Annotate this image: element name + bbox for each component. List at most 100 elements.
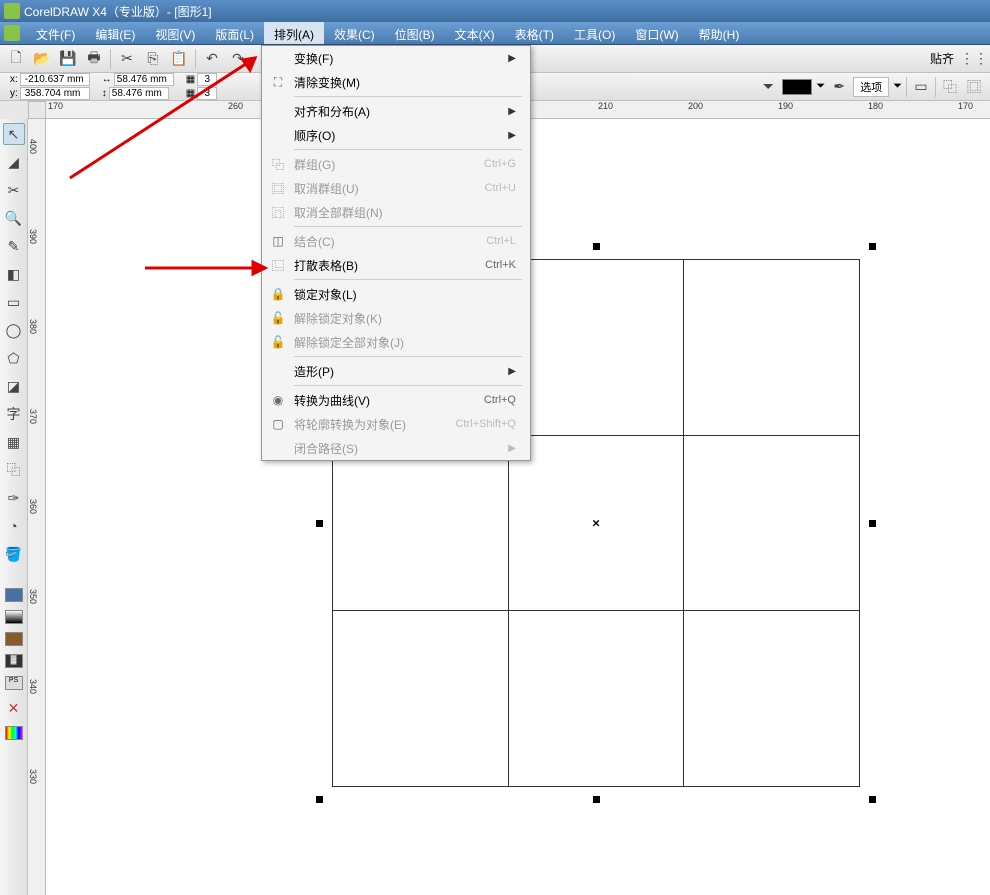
copy-icon[interactable]: ⎘ <box>143 49 163 69</box>
ruler-tick: 200 <box>688 101 703 111</box>
ruler-tick: 170 <box>958 101 973 111</box>
color-swatch[interactable] <box>5 610 23 624</box>
menu-text[interactable]: 文本(X) <box>445 22 505 44</box>
menu-file[interactable]: 文件(F) <box>26 22 85 44</box>
color-swatch[interactable]: ▓ <box>5 654 23 668</box>
polygon-tool-icon[interactable]: ⬠ <box>3 347 25 369</box>
print-icon[interactable]: 🖶 <box>84 49 104 69</box>
redo-icon[interactable]: ↷ <box>228 49 248 69</box>
rows-value[interactable]: 3 <box>197 87 217 100</box>
caret-icon[interactable]: ⏷ <box>816 80 825 93</box>
ruler-vertical: 400 390 380 370 360 350 340 330 <box>28 119 46 895</box>
menu-unlock: 🔓解除锁定对象(K) <box>262 306 530 330</box>
ruler-tick: 380 <box>28 319 38 334</box>
height-value[interactable]: 58.476 mm <box>109 87 169 100</box>
menu-ungroup-all: ⿵取消全部群组(N) <box>262 200 530 224</box>
freehand-tool-icon[interactable]: ✎ <box>3 235 25 257</box>
smart-fill-icon[interactable]: ◧ <box>3 263 25 285</box>
blend-tool-icon[interactable]: ⿻ <box>3 459 25 481</box>
separator <box>935 77 936 97</box>
eyedropper-icon[interactable]: ✑ <box>3 487 25 509</box>
menu-lock[interactable]: 🔒锁定对象(L) <box>262 282 530 306</box>
shape-tool-icon[interactable]: ◢ <box>3 151 25 173</box>
selection-handle[interactable] <box>593 243 600 250</box>
menu-separator <box>294 356 522 357</box>
menu-table[interactable]: 表格(T) <box>505 22 564 44</box>
menu-shaping[interactable]: 造形(P)▶ <box>262 359 530 383</box>
menu-order[interactable]: 顺序(O)▶ <box>262 123 530 147</box>
dropdown-caret-icon[interactable]: ⏷ <box>758 77 778 97</box>
caret-icon[interactable]: ⏷ <box>893 80 902 93</box>
menu-bar: 文件(F) 编辑(E) 视图(V) 版面(L) 排列(A) 效果(C) 位图(B… <box>0 22 990 45</box>
text-tool-icon[interactable]: 字 <box>3 403 25 425</box>
outline-tool-icon[interactable]: ◔ <box>3 515 25 537</box>
menu-bitmap[interactable]: 位图(B) <box>385 22 445 44</box>
options-button[interactable]: 选项 <box>853 77 889 97</box>
selection-handle[interactable] <box>316 520 323 527</box>
snap-icon[interactable]: ⋮⋮ <box>964 49 984 69</box>
width-icon: ↔ <box>102 74 112 85</box>
y-value[interactable]: 358.704 mm <box>20 87 90 100</box>
menu-window[interactable]: 窗口(W) <box>625 22 688 44</box>
lock-icon: 🔒 <box>262 287 294 301</box>
y-label: y: <box>10 88 18 99</box>
x-value[interactable]: -210.637 mm <box>20 73 90 86</box>
menu-layout[interactable]: 版面(L) <box>205 22 264 44</box>
open-icon[interactable]: 📂 <box>32 49 52 69</box>
width-value[interactable]: 58.476 mm <box>114 73 174 86</box>
menu-effects[interactable]: 效果(C) <box>324 22 385 44</box>
cols-value[interactable]: 3 <box>197 73 217 86</box>
menu-align[interactable]: 对齐和分布(A)▶ <box>262 99 530 123</box>
ellipse-tool-icon[interactable]: ◯ <box>3 319 25 341</box>
wrap-icon[interactable]: ⿴ <box>964 77 984 97</box>
menu-edit[interactable]: 编辑(E) <box>85 22 145 44</box>
rectangle-tool-icon[interactable]: ▭ <box>3 291 25 313</box>
break-icon[interactable]: ⿻ <box>940 77 960 97</box>
menu-arrange[interactable]: 排列(A) <box>264 22 324 44</box>
layout-icon[interactable]: ▭ <box>911 77 931 97</box>
save-icon[interactable]: 💾 <box>58 49 78 69</box>
menu-unlock-all: 🔓解除锁定全部对象(J) <box>262 330 530 354</box>
snap-label[interactable]: 贴齐 <box>930 50 954 67</box>
menu-ungroup: ⿴取消群组(U)Ctrl+U <box>262 176 530 200</box>
color-swatch[interactable] <box>5 632 23 646</box>
undo-icon[interactable]: ↶ <box>202 49 222 69</box>
menu-to-curve[interactable]: ◉转换为曲线(V)Ctrl+Q <box>262 388 530 412</box>
selection-handle[interactable] <box>869 520 876 527</box>
menu-clear-transform[interactable]: ⛶清除变换(M) <box>262 70 530 94</box>
crop-tool-icon[interactable]: ✂ <box>3 179 25 201</box>
color-swatch[interactable] <box>5 588 23 602</box>
fill-swatch[interactable] <box>782 79 812 95</box>
selection-handle[interactable] <box>316 796 323 803</box>
selection-handle[interactable] <box>869 243 876 250</box>
ruler-tick: 170 <box>48 101 63 111</box>
dimensions: ↔ 58.476 mm ↕ 58.476 mm <box>98 73 178 100</box>
fill-tool-icon[interactable]: 🪣 <box>3 543 25 565</box>
ruler-tick: 330 <box>28 769 38 784</box>
table-tool-icon[interactable]: ▦ <box>3 431 25 453</box>
pen-icon[interactable]: ✒ <box>829 77 849 97</box>
selection-center-icon: × <box>592 516 600 531</box>
outline-obj-icon: ▢ <box>262 417 294 431</box>
color-swatch[interactable]: PS <box>5 676 23 690</box>
ruler-corner[interactable] <box>28 101 46 119</box>
menu-transform[interactable]: 变换(F)▶ <box>262 46 530 70</box>
menu-help[interactable]: 帮助(H) <box>689 22 750 44</box>
app-icon <box>4 3 20 19</box>
menu-view[interactable]: 视图(V) <box>145 22 205 44</box>
selection-handle[interactable] <box>593 796 600 803</box>
menu-break-apart[interactable]: ⿺打散表格(B)Ctrl+K <box>262 253 530 277</box>
paste-icon[interactable]: 📋 <box>169 49 189 69</box>
menu-group: ⿻群组(G)Ctrl+G <box>262 152 530 176</box>
zoom-tool-icon[interactable]: 🔍 <box>3 207 25 229</box>
color-palette-icon[interactable] <box>5 726 23 740</box>
cut-icon[interactable]: ✂ <box>117 49 137 69</box>
menu-tools[interactable]: 工具(O) <box>564 22 625 44</box>
none-icon[interactable]: ✕ <box>3 697 25 719</box>
selection-handle[interactable] <box>869 796 876 803</box>
menu-combine: ◫结合(C)Ctrl+L <box>262 229 530 253</box>
pick-tool-icon[interactable]: ↖ <box>3 123 25 145</box>
basic-shapes-icon[interactable]: ◪ <box>3 375 25 397</box>
new-icon[interactable]: 🗋 <box>6 49 26 69</box>
toolbox: ↖ ◢ ✂ 🔍 ✎ ◧ ▭ ◯ ⬠ ◪ 字 ▦ ⿻ ✑ ◔ 🪣 ▓ PS ✕ <box>0 119 28 895</box>
